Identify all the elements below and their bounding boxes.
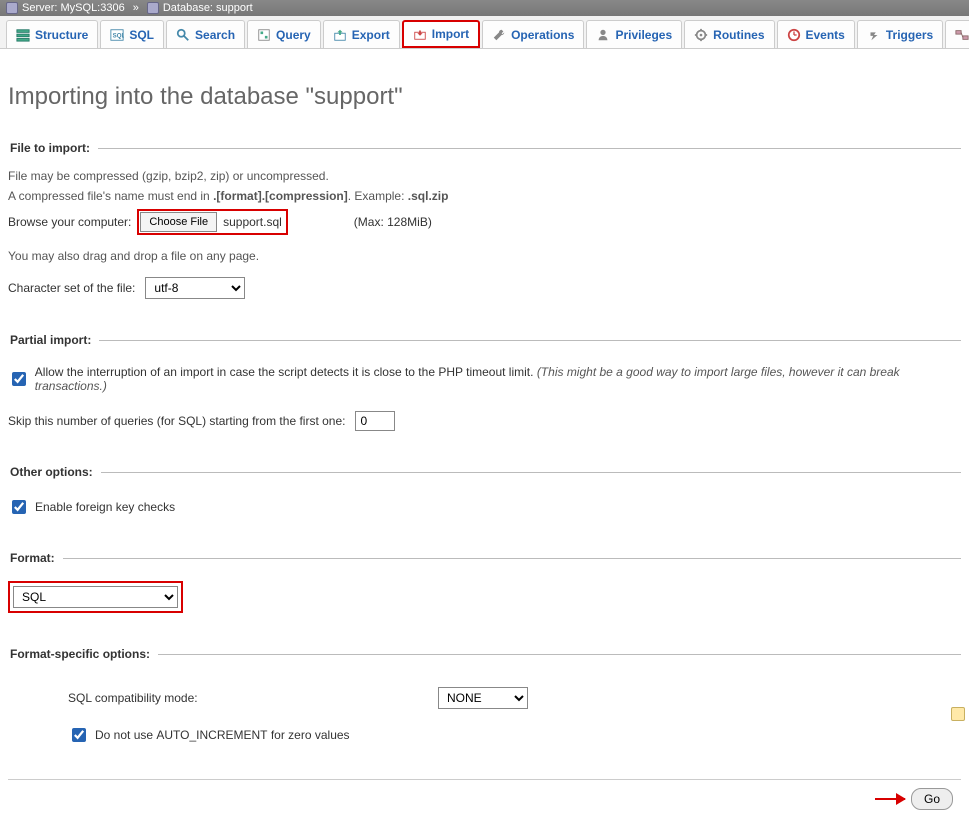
max-size-label: (Max: 128MiB) [354,215,432,229]
tab-privileges[interactable]: Privileges [586,20,682,48]
console-toggle-icon[interactable] [951,707,965,721]
section-legend: Partial import: [8,333,99,347]
tab-search[interactable]: Search [166,20,245,48]
skip-queries-label: Skip this number of queries (for SQL) st… [8,414,345,428]
tab-label: Privileges [615,28,672,42]
page-title: Importing into the database "support" [8,83,961,111]
section-legend: Format-specific options: [8,647,158,661]
import-icon [413,27,427,41]
charset-label: Character set of the file: [8,281,135,295]
tab-label: Export [352,28,390,42]
query-icon [257,28,271,42]
breadcrumb-server[interactable]: Server: MySQL:3306 [22,2,125,14]
events-icon [787,28,801,42]
tab-structure[interactable]: Structure [6,20,98,48]
tab-export[interactable]: Export [323,20,400,48]
choose-file-button[interactable]: Choose File [140,212,217,232]
footer: Go [8,779,961,816]
section-legend: File to import: [8,141,98,155]
section-file-to-import: File to import: File may be compressed (… [8,141,961,323]
allow-interruption-label: Allow the interruption of an import in c… [35,365,534,379]
database-icon [147,2,159,14]
drag-drop-note: You may also drag and drop a file on any… [8,249,961,263]
wrench-icon [492,28,506,42]
arrow-icon [875,798,905,800]
tab-operations[interactable]: Operations [482,20,584,48]
fk-checks-label: Enable foreign key checks [35,500,175,514]
sql-icon: SQL [110,28,124,42]
main-content: Importing into the database "support" Fi… [0,49,969,824]
export-icon [333,28,347,42]
allow-interruption-checkbox[interactable] [12,372,26,386]
section-legend: Format: [8,551,63,565]
section-format-specific: Format-specific options: SQL compatibili… [8,647,961,769]
file-chooser-highlight: Choose File support.sql [137,209,287,235]
tab-query[interactable]: Query [247,20,321,48]
breadcrumb-database[interactable]: Database: support [163,2,253,14]
browse-label: Browse your computer: [8,215,131,229]
server-icon [6,2,18,14]
triggers-icon [867,28,881,42]
tab-label: Operations [511,28,574,42]
charset-select[interactable]: utf-8 [145,277,245,299]
tab-sql[interactable]: SQL SQL [100,20,164,48]
section-other-options: Other options: Enable foreign key checks [8,465,961,541]
tab-events[interactable]: Events [777,20,855,48]
breadcrumb: Server: MySQL:3306 » Database: support [0,0,969,16]
tab-label: Search [195,28,235,42]
privileges-icon [596,28,610,42]
svg-text:SQL: SQL [113,32,124,39]
sql-compat-select[interactable]: NONE [438,687,528,709]
fk-checks-checkbox[interactable] [12,500,26,514]
routines-icon [694,28,708,42]
no-autoincrement-label: Do not use AUTO_INCREMENT for zero value… [95,728,350,742]
tab-triggers[interactable]: Triggers [857,20,943,48]
section-legend: Other options: [8,465,101,479]
section-partial-import: Partial import: Allow the interruption o… [8,333,961,455]
tab-bar: Structure SQL SQL Search Query Export Im… [0,16,969,49]
structure-icon [16,28,30,42]
go-button[interactable]: Go [911,788,953,810]
allow-interruption-row[interactable]: Allow the interruption of an import in c… [8,365,961,393]
section-format: Format: SQL [8,551,961,637]
tab-label: Routines [713,28,764,42]
tab-label: Structure [35,28,88,42]
tab-label: Triggers [886,28,933,42]
compress-note: File may be compressed (gzip, bzip2, zip… [8,169,961,183]
format-select[interactable]: SQL [13,586,178,608]
tab-label: Events [806,28,845,42]
tab-label: Query [276,28,311,42]
no-autoincrement-row[interactable]: Do not use AUTO_INCREMENT for zero value… [68,725,350,745]
tab-import[interactable]: Import [402,20,480,48]
sql-compat-label: SQL compatibility mode: [68,691,428,705]
skip-queries-input[interactable] [355,411,395,431]
designer-icon [955,28,969,42]
format-select-highlight: SQL [8,581,183,613]
breadcrumb-separator: » [133,2,139,14]
tab-label: Import [432,27,469,41]
filename-note: A compressed file's name must end in .[f… [8,189,961,203]
fk-checks-row[interactable]: Enable foreign key checks [8,497,175,517]
search-icon [176,28,190,42]
tab-designer[interactable]: Designer [945,20,969,48]
chosen-file-name: support.sql [223,215,282,229]
no-autoincrement-checkbox[interactable] [72,728,86,742]
tab-label: SQL [129,28,154,42]
tab-routines[interactable]: Routines [684,20,774,48]
